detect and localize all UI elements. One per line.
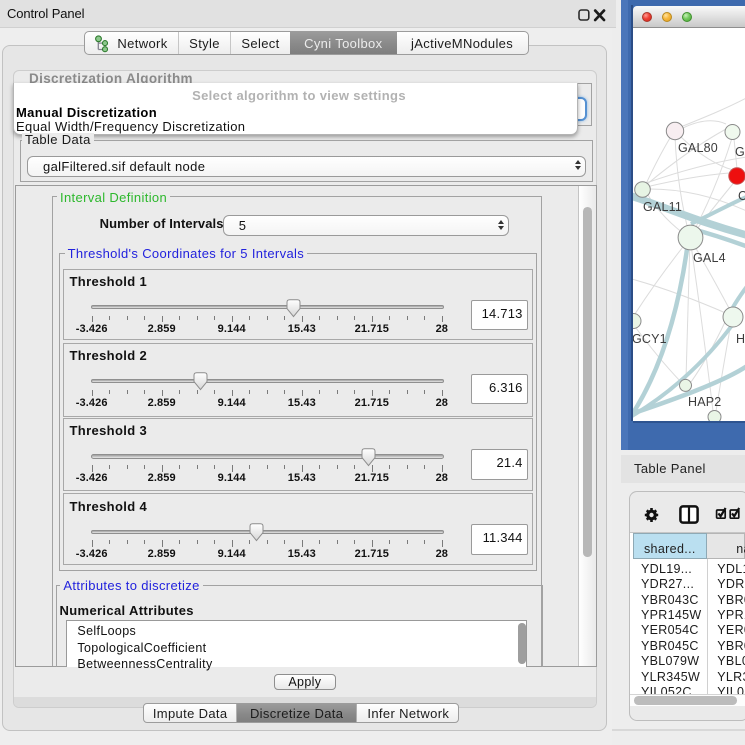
svg-text:H: H (736, 332, 745, 346)
svg-text:C: C (738, 189, 745, 203)
svg-text:GAL4: GAL4 (693, 251, 726, 265)
svg-text:HAP2: HAP2 (688, 395, 721, 409)
svg-text:GCY1: GCY1 (633, 332, 667, 346)
svg-text:GAL80: GAL80 (678, 141, 718, 155)
svg-text:GA: GA (735, 145, 745, 159)
svg-text:GAL11: GAL11 (643, 200, 682, 214)
